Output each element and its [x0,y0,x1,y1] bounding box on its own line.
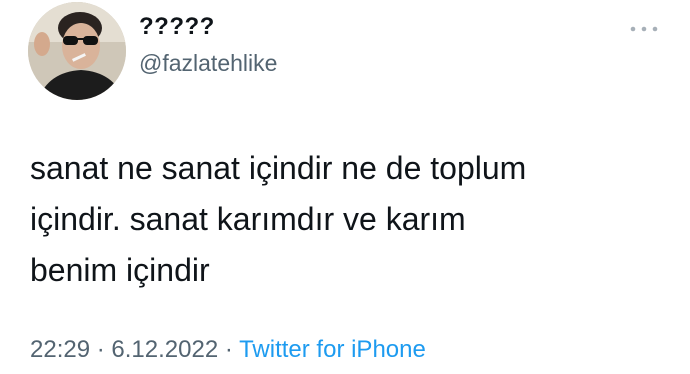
tweet-meta: 22:29 · 6.12.2022 · Twitter for iPhone [30,336,426,364]
meta-separator: · [218,336,240,363]
user-handle[interactable]: @fazlatehlike [139,50,277,77]
avatar-photo [28,2,126,100]
meta-separator: · [90,336,112,363]
display-name[interactable]: ????? [139,13,215,41]
tweet-source-link[interactable]: Twitter for iPhone [239,336,426,363]
tweet-card: ????? @fazlatehlike sanat ne sanat içind… [0,0,690,374]
tweet-date[interactable]: 6.12.2022 [111,336,218,363]
tweet-time[interactable]: 22:29 [30,336,90,363]
avatar[interactable] [28,2,126,100]
more-horizontal-icon[interactable] [627,22,661,34]
tweet-text: sanat ne sanat içindir ne de toplum için… [30,150,527,288]
